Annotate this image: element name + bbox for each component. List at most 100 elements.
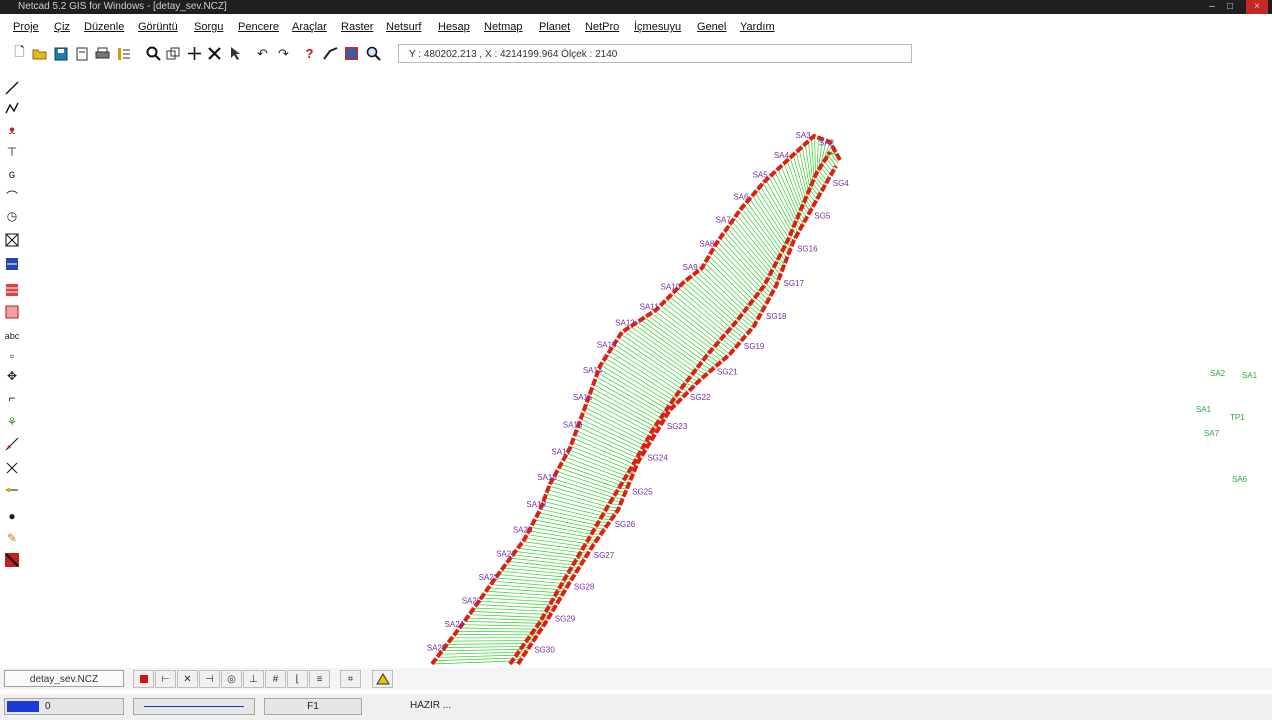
hatch-line <box>541 504 601 520</box>
menu-hesap[interactable]: Hesap <box>438 21 470 33</box>
trim-icon[interactable] <box>2 458 22 478</box>
layer-icon[interactable]: ⚘ <box>2 412 22 432</box>
hatch-line <box>699 269 745 312</box>
select-icon[interactable] <box>226 44 245 63</box>
print-preview-icon[interactable] <box>72 44 91 63</box>
text-icon[interactable]: ɢ <box>2 164 22 184</box>
fill-icon[interactable] <box>2 302 22 322</box>
hatch-line <box>554 474 616 495</box>
menu-sorgu[interactable]: Sorgu <box>194 21 223 33</box>
hatch-line <box>478 600 551 606</box>
snap-middle-icon[interactable]: ⊣ <box>199 670 220 688</box>
point-label: SG18 <box>766 312 787 321</box>
point-label: SG27 <box>594 551 615 560</box>
snap-end-icon[interactable]: ⊢ <box>155 670 176 688</box>
side-label: SA7 <box>1204 429 1220 438</box>
corner-icon[interactable]: ⌐ <box>2 388 22 408</box>
delete-icon[interactable] <box>205 44 224 63</box>
line-icon[interactable] <box>2 78 22 98</box>
move-icon[interactable]: ✥ <box>2 366 22 386</box>
snap-near-icon[interactable]: ≡ <box>309 670 330 688</box>
point-label: SA10 <box>661 282 681 291</box>
menu-icmesuyu[interactable]: İçmesuyu <box>634 21 681 33</box>
drawing-tab[interactable]: detay_sev.NCZ <box>4 670 124 687</box>
point-label: SG24 <box>647 454 668 463</box>
menu-netmap[interactable]: Netmap <box>484 21 523 33</box>
hatch-line <box>524 537 585 547</box>
zoom-icon[interactable] <box>144 44 163 63</box>
minimize-icon[interactable]: – <box>1204 0 1220 14</box>
grid-icon[interactable]: # <box>265 670 286 688</box>
hatch-line <box>607 354 676 398</box>
warning-triangle-icon[interactable] <box>372 670 393 688</box>
status-text: HAZIR ... <box>410 700 452 711</box>
snap-all-icon[interactable]: ⌗ <box>340 670 361 688</box>
ortho-icon[interactable]: ⌊ <box>287 670 308 688</box>
extend-icon[interactable] <box>2 434 22 454</box>
menu-yardim[interactable]: Yardım <box>740 21 775 33</box>
zoom-window-icon[interactable] <box>164 44 183 63</box>
erase-icon[interactable] <box>2 550 22 570</box>
menu-raster[interactable]: Raster <box>341 21 373 33</box>
curve-icon[interactable]: ᴥ <box>2 120 22 140</box>
pencil-icon[interactable]: ✎ <box>2 528 22 548</box>
hatch-line <box>581 414 645 446</box>
hatch-line <box>618 337 686 384</box>
menu-netpro[interactable]: NetPro <box>585 21 619 33</box>
point-label: SA23 <box>462 597 482 606</box>
menu-pencere[interactable]: Pencere <box>238 21 279 33</box>
menu-duzenle[interactable]: Düzenle <box>84 21 124 33</box>
node-icon[interactable]: ▫ <box>2 346 22 366</box>
print-icon[interactable] <box>93 44 112 63</box>
menu-araclar[interactable]: Araçlar <box>292 21 327 33</box>
hatch-line <box>543 501 603 517</box>
redo-icon[interactable]: ↷ <box>274 44 293 63</box>
point-icon[interactable]: ⊤ <box>2 142 22 162</box>
line-tool-icon[interactable] <box>321 44 340 63</box>
snap-center-icon[interactable]: ◎ <box>221 670 242 688</box>
circle-icon[interactable]: ◷ <box>2 206 22 226</box>
point-label: SA19 <box>526 500 546 509</box>
new-file-icon[interactable]: 🗋 <box>10 44 29 63</box>
arc-icon[interactable]: ⌒ <box>2 186 22 206</box>
linetype-box[interactable] <box>133 698 255 715</box>
pan-icon[interactable] <box>185 44 204 63</box>
drawing-canvas[interactable]: SA2 SA3 SA4 SA5 SA6 SA7 SA8 SA9 SA10 SA11 SA12 SA13… <box>24 70 1272 666</box>
menu-goruntu[interactable]: Görüntü <box>138 21 178 33</box>
layer-box[interactable]: 0 <box>4 698 124 715</box>
hatch-icon[interactable] <box>2 280 22 300</box>
function-key-box[interactable]: F1 <box>264 698 362 715</box>
help-icon[interactable]: ? <box>300 44 319 63</box>
save-icon[interactable] <box>51 44 70 63</box>
record-icon[interactable] <box>133 670 154 688</box>
blue-rect-icon[interactable] <box>2 254 22 274</box>
point-label: SA20 <box>513 526 533 535</box>
snap-perp-icon[interactable]: ⊥ <box>243 670 264 688</box>
hatch-line <box>469 614 543 618</box>
polyline-icon[interactable] <box>2 98 22 118</box>
main-toolbar: 🗋 ↶ ↷ ? <box>8 42 400 66</box>
layers-list-icon[interactable] <box>114 44 133 63</box>
maximize-icon[interactable]: □ <box>1222 0 1238 14</box>
snap-intersect-icon[interactable]: ✕ <box>177 670 198 688</box>
window-title: Netcad 5.2 GIS for Windows - [detay_sev.… <box>18 1 227 12</box>
hatch-line <box>576 430 638 459</box>
zoom-extent-icon[interactable] <box>364 44 383 63</box>
menu-netsurf[interactable]: Netsurf <box>386 21 421 33</box>
undo-icon[interactable]: ↶ <box>253 44 272 63</box>
menu-proje[interactable]: Proje <box>13 21 39 33</box>
menu-planet[interactable]: Planet <box>539 21 570 33</box>
hatch-line <box>459 627 535 630</box>
menu-genel[interactable]: Genel <box>697 21 726 33</box>
box-icon[interactable] <box>2 230 22 250</box>
point-label: SG22 <box>690 393 711 402</box>
measure-icon[interactable] <box>2 480 22 500</box>
open-folder-icon[interactable] <box>30 44 49 63</box>
raster-icon[interactable] <box>342 44 361 63</box>
hatch-line <box>558 467 620 489</box>
hatch-line <box>547 489 608 508</box>
abc-icon[interactable]: abc <box>2 326 22 346</box>
menu-ciz[interactable]: Çiz <box>54 21 70 33</box>
grenade-icon[interactable]: ● <box>2 506 22 526</box>
close-icon[interactable]: × <box>1246 0 1268 14</box>
